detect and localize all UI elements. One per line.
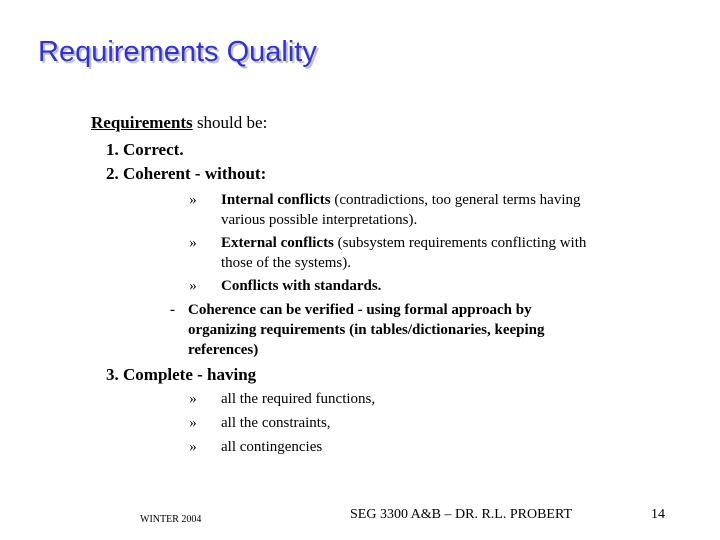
intro-rest: should be: bbox=[192, 113, 268, 132]
bullet-continuation: those of the systems). bbox=[221, 255, 351, 271]
footer-date: WINTER 2004 bbox=[140, 514, 202, 525]
bullet-chevron-icon: » bbox=[189, 235, 197, 251]
coherence-note-line: organizing requirements (in tables/dicti… bbox=[188, 322, 545, 338]
bullet-chevron-icon: » bbox=[189, 192, 197, 208]
dash-bullet-icon: - bbox=[170, 302, 175, 318]
item-correct: 1. Correct. bbox=[106, 140, 184, 159]
bullet-text: all contingencies bbox=[221, 439, 323, 455]
intro-line: Requirements should be: bbox=[91, 113, 267, 133]
bullet-chevron-icon: » bbox=[189, 415, 197, 431]
item-coherent: 2. Coherent - without: bbox=[106, 164, 267, 183]
page-number: 14 bbox=[651, 507, 665, 522]
bullet-chevron-icon: » bbox=[189, 391, 197, 407]
bullet-bold: Internal conflicts bbox=[221, 192, 331, 208]
bullet-chevron-icon: » bbox=[189, 278, 197, 294]
coherence-note-line: Coherence can be verified - using formal… bbox=[188, 302, 532, 318]
bullet-text: all the required functions, bbox=[221, 391, 376, 407]
item-complete: 3. Complete - having bbox=[106, 365, 257, 384]
bullet-bold: Conflicts with standards. bbox=[221, 278, 382, 294]
bullet-chevron-icon: » bbox=[189, 439, 197, 455]
bullet-rest: (contradictions, too general terms havin… bbox=[330, 192, 581, 208]
footer-course: SEG 3300 A&B – DR. R.L. PROBERT bbox=[350, 507, 573, 522]
bullet-text: all the constraints, bbox=[221, 415, 331, 431]
bullet-bold: External conflicts bbox=[221, 235, 334, 251]
bullet-continuation: various possible interpretations). bbox=[221, 212, 418, 228]
intro-keyword: Requirements bbox=[91, 113, 193, 132]
coherence-note-line: references) bbox=[188, 342, 259, 358]
slide-title: Requirements Quality bbox=[38, 36, 317, 68]
bullet-rest: (subsystem requirements conflicting with bbox=[333, 235, 587, 251]
